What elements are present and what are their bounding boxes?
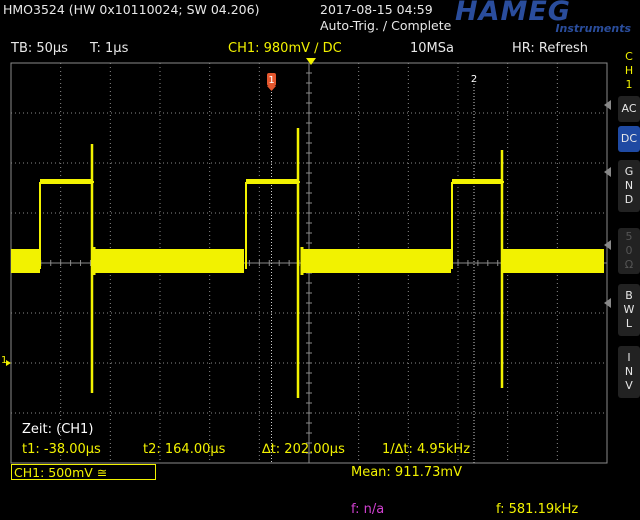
trace-high-level — [452, 179, 503, 184]
channel-indicator: CH1 — [624, 50, 634, 91]
channel1-ground-marker[interactable]: 1 — [1, 355, 11, 366]
logo-main-text: HAMEG — [455, 0, 571, 27]
ch1-scale-box[interactable]: CH1: 500mV ≅ — [11, 464, 156, 480]
logo-sub-text: Instruments — [555, 22, 631, 35]
cursor1-marker[interactable]: 1 — [267, 73, 276, 91]
chevron-left-icon — [604, 298, 611, 308]
scope-display[interactable]: 1 2 1 — [0, 58, 640, 468]
frequency-measurement: f: 581.19kHz — [496, 502, 579, 517]
trace-noise-band — [302, 249, 451, 273]
trigger-position-marker — [306, 58, 316, 65]
trace-high-level — [246, 179, 298, 184]
device-info: HMO3524 (HW 0x10110024; SW 04.206) — [3, 2, 260, 17]
trigger-time-label[interactable]: T: 1µs — [90, 41, 128, 56]
timebase-label[interactable]: TB: 50µs — [11, 41, 68, 56]
trigger-status: Auto-Trig. / Complete — [320, 18, 452, 33]
hameg-logo: HAMEG Instruments — [455, 0, 637, 38]
chevron-left-icon — [604, 100, 611, 110]
trace-noise-band — [11, 249, 40, 273]
bwl-button[interactable]: BWL — [618, 284, 640, 336]
coupling-ac-button[interactable]: AC — [618, 96, 640, 122]
delta-t-value: ∆t: 202.00µs — [262, 442, 345, 457]
mean-measurement: Mean: 911.73mV — [351, 465, 462, 480]
invert-button[interactable]: INV — [618, 346, 640, 398]
chevron-left-icon — [604, 240, 611, 250]
trace-noise-band — [503, 249, 604, 273]
waveform-trace — [11, 128, 604, 398]
chevron-left-icon — [604, 167, 611, 177]
channel-trigger-label[interactable]: CH1: 980mV ∕ DC — [228, 41, 342, 56]
cursor2-marker[interactable]: 2 — [471, 74, 477, 85]
datetime: 2017-08-15 04:59 — [320, 2, 433, 17]
cursor-t1-value: t1: -38.00µs — [22, 442, 101, 457]
cursor2-label: 2 — [471, 74, 477, 85]
cursor1-label: 1 — [268, 75, 274, 86]
sample-rate-label: 10MSa — [410, 41, 454, 56]
coupling-gnd-button[interactable]: GND — [618, 160, 640, 212]
trace-high-level — [40, 179, 92, 184]
inverse-delta-t-value: 1/∆t: 4.95kHz — [382, 442, 471, 457]
impedance-50-button[interactable]: 50Ω — [618, 228, 640, 274]
acquisition-mode-label[interactable]: HR: Refresh — [512, 41, 588, 56]
trace-noise-band — [94, 249, 244, 273]
cursor-t2-value: t2: 164.00µs — [143, 442, 226, 457]
coupling-dc-button[interactable]: DC — [618, 126, 640, 152]
measurement-source: Zeit: (CH1) — [22, 422, 94, 437]
frequency-na: f: n/a — [351, 502, 385, 517]
